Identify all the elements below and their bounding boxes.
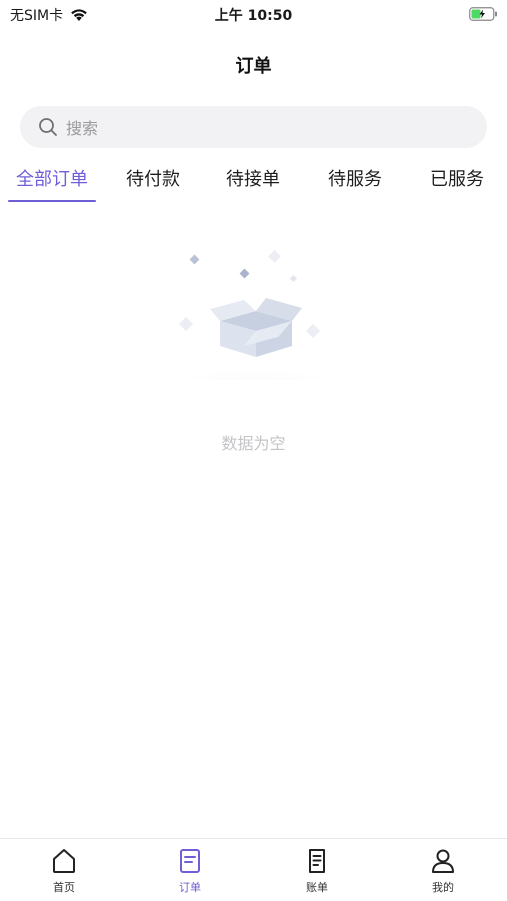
tab-serviced[interactable]: 已服务 (414, 166, 500, 202)
order-tabs: 全部订单 待付款 待接单 待服务 已服务 (0, 166, 507, 206)
nav-label-orders: 订单 (179, 881, 201, 894)
search-input[interactable]: 搜索 (20, 106, 487, 148)
tab-all-orders[interactable]: 全部订单 (8, 166, 96, 202)
nav-item-home[interactable]: 首页 (24, 847, 104, 897)
bill-icon (309, 849, 325, 873)
nav-item-orders[interactable]: 订单 (150, 847, 230, 897)
tab-pending-payment[interactable]: 待付款 (110, 166, 196, 202)
page-title: 订单 (235, 56, 272, 77)
home-icon (53, 849, 75, 873)
nav-label-bills: 账单 (306, 881, 328, 894)
search-icon (39, 118, 57, 136)
nav-item-profile[interactable]: 我的 (403, 847, 483, 897)
nav-label-profile: 我的 (432, 881, 454, 894)
profile-icon (432, 849, 454, 873)
empty-state-text: 数据为空 (221, 434, 286, 453)
tab-active-indicator (8, 200, 96, 202)
status-time: 上午 10:50 (214, 8, 293, 24)
tab-pending-accept[interactable]: 待接单 (210, 166, 296, 202)
tab-pending-service[interactable]: 待服务 (312, 166, 398, 202)
bottom-nav: 首页 订单 账单 我的 (0, 838, 507, 901)
order-icon (180, 849, 200, 873)
status-bar: 无SIM卡 上午 10:50 (0, 0, 507, 28)
nav-item-bills[interactable]: 账单 (277, 847, 357, 897)
search-placeholder: 搜索 (66, 119, 99, 138)
empty-box-illustration (160, 250, 350, 380)
battery-icon (469, 6, 499, 25)
nav-label-home: 首页 (53, 881, 75, 894)
